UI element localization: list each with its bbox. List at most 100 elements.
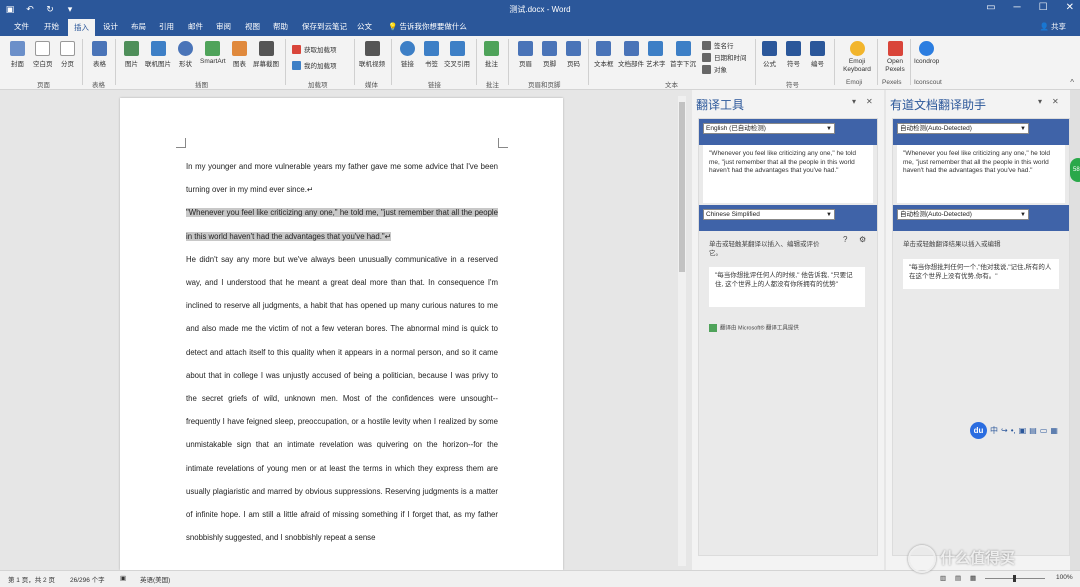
paragraph-selected[interactable]: "Whenever you feel like criticizing any … — [186, 201, 498, 247]
translation-result[interactable]: "每当你想批评任何人的时候," 他告诉我, "只要记住, 这个世界上的人都没有你… — [709, 267, 865, 307]
page-break-button[interactable]: 分页 — [60, 41, 75, 68]
open-pexels-button[interactable]: Open Pexels — [882, 41, 908, 74]
shapes-button[interactable]: 形状 — [178, 41, 193, 68]
source-text-box[interactable]: "Whenever you feel like criticizing any … — [703, 145, 873, 203]
tab-help[interactable]: 帮助 — [273, 21, 288, 32]
minimize-icon[interactable]: ─ — [1014, 2, 1021, 13]
equation-button[interactable]: 公式 — [762, 41, 777, 68]
tab-official-doc[interactable]: 公文 — [357, 21, 372, 32]
signature-line-button[interactable]: 签名行 — [702, 40, 734, 50]
signature-line-icon — [702, 40, 711, 50]
group-pages-label: 页面 — [37, 82, 50, 89]
paragraph[interactable]: He didn't say any more but we've always … — [186, 248, 498, 550]
chart-button[interactable]: 图表 — [232, 41, 247, 68]
collapse-ribbon-icon[interactable]: ^ — [1070, 78, 1074, 87]
tab-design[interactable]: 设计 — [103, 21, 118, 32]
online-picture-icon — [150, 41, 166, 56]
source-language-select[interactable]: 自动检测(Auto-Detected) ▼ — [897, 123, 1029, 134]
tab-save-cloud-note[interactable]: 保存到云笔记 — [302, 21, 347, 32]
drop-cap-button[interactable]: 首字下沉 — [670, 41, 696, 68]
tab-review[interactable]: 审阅 — [216, 21, 231, 32]
web-layout-icon[interactable]: ▦ — [970, 574, 976, 582]
pane-options-icon[interactable]: ▾ — [1038, 97, 1042, 106]
translation-hint: 单击或轻触某翻译以插入、编辑或评价它。 — [709, 241, 820, 257]
header-button[interactable]: 页眉 — [518, 41, 533, 68]
tab-view[interactable]: 视图 — [245, 21, 260, 32]
footer-button[interactable]: 页脚 — [542, 41, 557, 68]
my-addins-button[interactable]: 我的加载项 — [292, 60, 337, 70]
object-button[interactable]: 对象 — [702, 64, 727, 74]
cross-reference-button[interactable]: 交叉引用 — [444, 41, 470, 68]
ime-skin-icon[interactable]: ▭ — [1040, 426, 1048, 435]
ime-moon-icon[interactable]: ↪ — [1001, 426, 1008, 435]
close-icon[interactable]: ✕ — [1066, 2, 1074, 13]
quick-parts-button[interactable]: 文档部件 — [618, 41, 644, 68]
maximize-icon[interactable]: ☐ — [1039, 2, 1048, 13]
proofing-icon[interactable]: ▣ — [120, 574, 126, 582]
cover-page-button[interactable]: 封面 — [10, 41, 25, 68]
link-button[interactable]: 链接 — [400, 41, 415, 68]
source-text-box[interactable]: "Whenever you feel like criticizing any … — [897, 145, 1065, 203]
wordart-button[interactable]: 艺术字 — [646, 41, 666, 68]
text-box-button[interactable]: 文本框 — [594, 41, 614, 68]
target-language-select[interactable]: Chinese Simplified ▼ — [703, 209, 835, 220]
date-time-button[interactable]: 日期和时间 — [702, 52, 747, 62]
ime-keyboard-icon[interactable]: ▤ — [1029, 426, 1037, 435]
screenshot-button[interactable]: 屏幕截图 — [253, 41, 279, 68]
scrollbar-thumb[interactable] — [679, 102, 685, 272]
ime-bag-icon[interactable]: ▣ — [1019, 426, 1027, 435]
ribbon-options-icon[interactable]: ▭ — [986, 2, 995, 13]
document-page: In my younger and more vulnerable years … — [120, 98, 563, 570]
tab-home[interactable]: 开始 — [44, 21, 59, 32]
du-logo-icon[interactable]: du — [970, 421, 987, 439]
language-status[interactable]: 英语(美国) — [140, 574, 170, 584]
picture-icon — [124, 41, 139, 56]
float-widget-icon[interactable]: 58 — [1070, 158, 1080, 182]
bookmark-button[interactable]: 书签 — [424, 41, 439, 68]
tab-references[interactable]: 引用 — [159, 21, 174, 32]
selected-text[interactable]: "Whenever you feel like criticizing any … — [186, 208, 498, 241]
group-separator — [391, 39, 392, 85]
pane-options-icon[interactable]: ▾ — [852, 97, 856, 106]
emoji-keyboard-button[interactable]: Emoji Keyboard — [840, 41, 874, 74]
ime-punct-icon[interactable]: •, — [1011, 426, 1016, 435]
translation-result[interactable]: "每当你想批判任何一个,"他对我说,"记住,所有的人在这个世界上没有优势,你有。… — [903, 259, 1059, 289]
ime-lang-toggle[interactable]: 中 — [990, 425, 998, 436]
share-button[interactable]: 👤 共享 — [1040, 21, 1066, 32]
pane-close-icon[interactable]: ✕ — [866, 97, 873, 106]
tab-file[interactable]: 文件 — [14, 21, 29, 32]
help-icon[interactable]: ? — [843, 235, 847, 244]
online-video-button[interactable]: 联机视频 — [359, 41, 385, 68]
icondrop-button[interactable]: Icondrop — [914, 41, 939, 65]
source-language-select[interactable]: English (已自动检测) ▼ — [703, 123, 835, 134]
comment-button[interactable]: 批注 — [484, 41, 499, 68]
document-body[interactable]: In my younger and more vulnerable years … — [186, 155, 498, 549]
tell-me-search[interactable]: 💡 告诉我你想要做什么 — [388, 21, 467, 32]
paragraph[interactable]: In my younger and more vulnerable years … — [186, 155, 498, 201]
zoom-level[interactable]: 100% — [1056, 574, 1073, 581]
get-addins-button[interactable]: 获取加载项 — [292, 44, 337, 54]
tab-layout[interactable]: 布局 — [131, 21, 146, 32]
symbol-button[interactable]: 符号 — [786, 41, 801, 68]
print-layout-icon[interactable]: ▤ — [955, 574, 961, 582]
gear-icon[interactable]: ⚙ — [859, 235, 866, 244]
ime-grid-icon[interactable]: ▦ — [1050, 426, 1058, 435]
vertical-scrollbar[interactable] — [678, 96, 686, 566]
tab-insert[interactable]: 插入 — [68, 19, 95, 36]
target-language-select[interactable]: 自动检测(Auto-Detected) ▼ — [897, 209, 1029, 220]
read-mode-icon[interactable]: ▥ — [940, 574, 946, 582]
smartart-button[interactable]: SmartArt — [200, 41, 226, 65]
zoom-slider[interactable] — [985, 575, 1045, 582]
pane-close-icon[interactable]: ✕ — [1052, 97, 1059, 106]
page-number-button[interactable]: 页码 — [566, 41, 581, 68]
tab-mailings[interactable]: 邮件 — [188, 21, 203, 32]
blank-page-button[interactable]: 空白页 — [33, 41, 53, 68]
online-picture-button[interactable]: 联机图片 — [145, 41, 171, 68]
word-count[interactable]: 26/296 个字 — [70, 574, 105, 584]
zoom-slider-knob[interactable] — [1013, 575, 1016, 582]
picture-button[interactable]: 图片 — [124, 41, 139, 68]
number-button[interactable]: 编号 — [810, 41, 825, 68]
page-count[interactable]: 第 1 页，共 2 页 — [8, 574, 55, 584]
table-button[interactable]: 表格 — [92, 41, 107, 68]
youdao-body: 自动检测(Auto-Detected) ▼ "Whenever you feel … — [892, 118, 1070, 556]
